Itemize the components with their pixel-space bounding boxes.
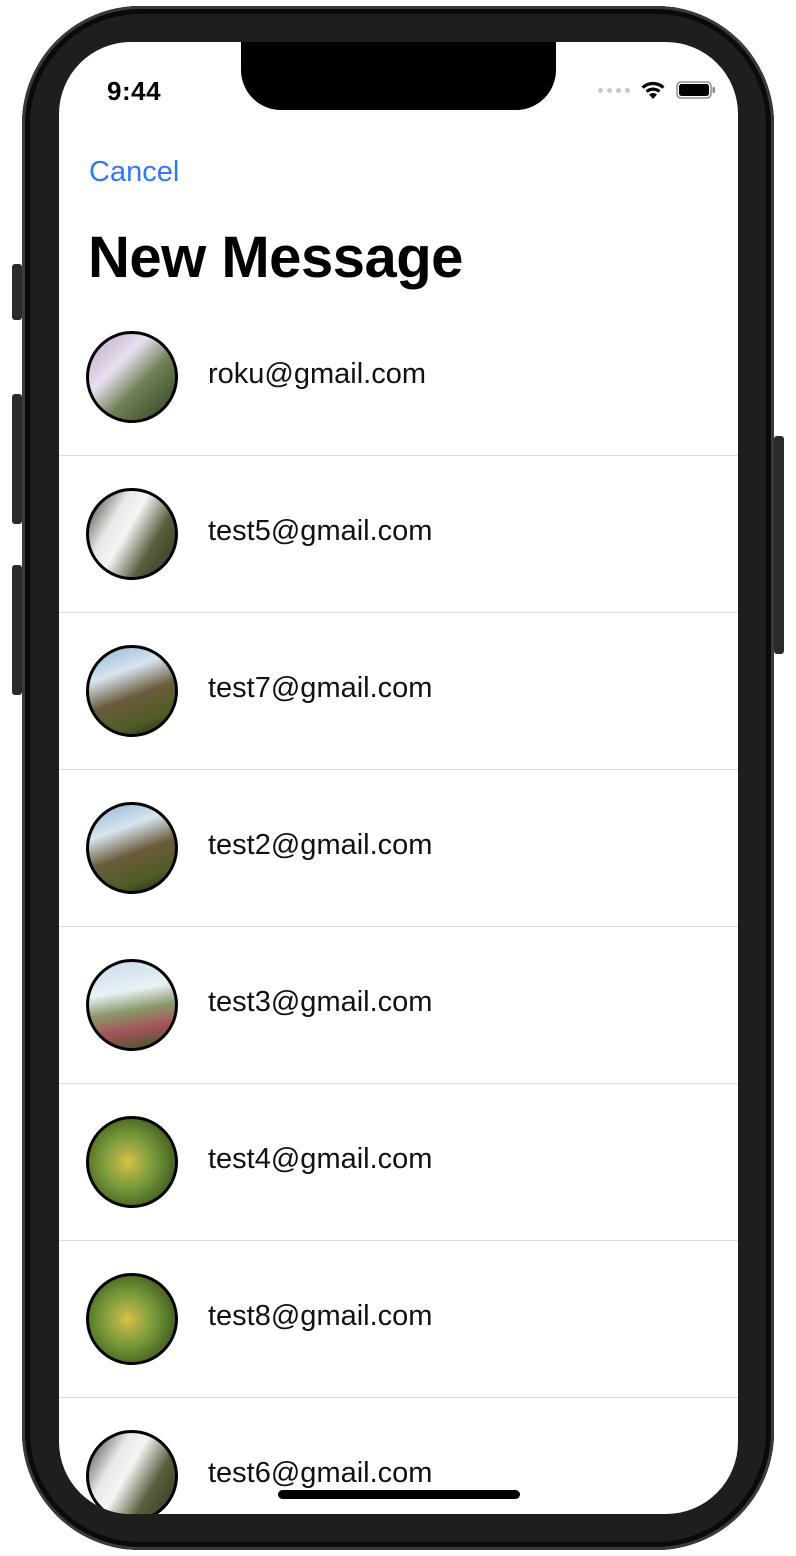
avatar	[86, 645, 178, 737]
avatar	[86, 1273, 178, 1365]
power-button	[774, 436, 784, 654]
avatar	[86, 959, 178, 1051]
avatar	[86, 331, 178, 423]
volume-down-button	[12, 565, 22, 695]
wifi-icon	[641, 81, 665, 99]
contact-email: test2@gmail.com	[208, 829, 433, 861]
cancel-button[interactable]: Cancel	[89, 156, 179, 189]
status-icons	[598, 80, 716, 100]
avatar	[86, 1430, 178, 1514]
avatar	[86, 802, 178, 894]
battery-icon	[676, 81, 715, 99]
notch	[241, 42, 556, 110]
silent-switch	[12, 264, 22, 320]
contact-row[interactable]: test7@gmail.com	[59, 613, 738, 770]
contact-row[interactable]: test4@gmail.com	[59, 1084, 738, 1241]
contact-row[interactable]: test3@gmail.com	[59, 927, 738, 1084]
contact-email: test6@gmail.com	[208, 1457, 433, 1489]
contact-row[interactable]: test2@gmail.com	[59, 770, 738, 927]
contact-row[interactable]: test8@gmail.com	[59, 1241, 738, 1398]
contact-email: test4@gmail.com	[208, 1143, 433, 1175]
avatar	[86, 488, 178, 580]
signal-dots-icon	[598, 87, 630, 93]
volume-up-button	[12, 394, 22, 524]
contact-row[interactable]: roku@gmail.com	[59, 299, 738, 456]
contact-list: roku@gmail.com test5@gmail.com test7@gma…	[59, 299, 738, 1514]
status-time: 9:44	[107, 76, 162, 106]
home-indicator[interactable]	[278, 1490, 520, 1499]
contact-email: test8@gmail.com	[208, 1300, 433, 1332]
page-title: New Message	[88, 225, 463, 290]
contact-email: roku@gmail.com	[208, 358, 426, 390]
contact-email: test5@gmail.com	[208, 515, 433, 547]
contact-email: test7@gmail.com	[208, 672, 433, 704]
screen: 9:44 Cancel New Message roku@gmail.com t…	[59, 42, 738, 1514]
avatar	[86, 1116, 178, 1208]
contact-email: test3@gmail.com	[208, 986, 433, 1018]
contact-row[interactable]: test5@gmail.com	[59, 456, 738, 613]
